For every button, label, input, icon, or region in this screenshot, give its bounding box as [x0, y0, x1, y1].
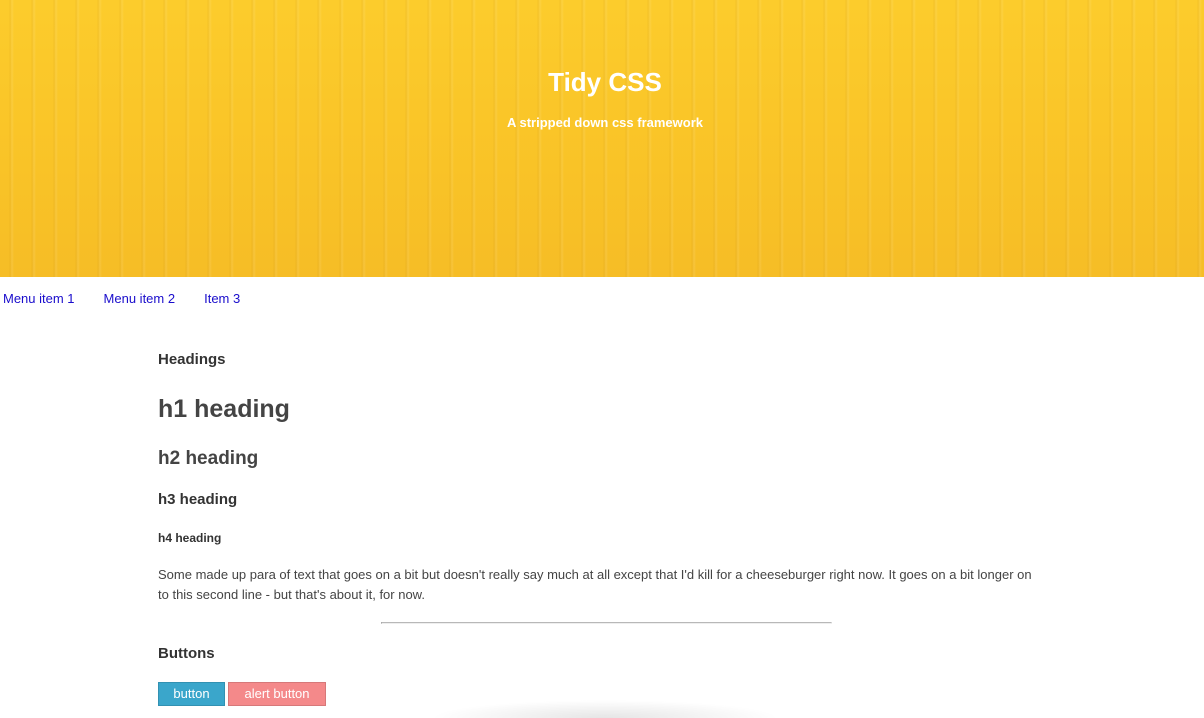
divider [381, 622, 832, 624]
hero-banner: Tidy CSS A stripped down css framework [0, 0, 1204, 277]
alert-button[interactable]: alert button [228, 682, 326, 706]
h1-heading: h1 heading [158, 395, 290, 423]
menu-item-2-link[interactable]: Menu item 2 [104, 291, 176, 309]
site-title: Tidy CSS [548, 67, 662, 97]
h4-heading: h4 heading [158, 531, 222, 545]
h2-heading: h2 heading [158, 448, 259, 469]
h3-heading: h3 heading [158, 491, 238, 508]
bottom-shadow [430, 700, 780, 718]
buttons-section-title: Buttons [158, 645, 215, 662]
primary-button[interactable]: button [158, 682, 225, 706]
menu-item-1-link[interactable]: Menu item 1 [3, 291, 75, 309]
item-3-link[interactable]: Item 3 [204, 291, 240, 309]
site-subtitle: A stripped down css framework [506, 115, 703, 130]
sample-paragraph: Some made up para of text that goes on a… [158, 567, 1032, 602]
headings-section-title: Headings [158, 351, 226, 368]
main-menu: Menu item 1 Menu item 2 Item 3 [3, 291, 269, 309]
